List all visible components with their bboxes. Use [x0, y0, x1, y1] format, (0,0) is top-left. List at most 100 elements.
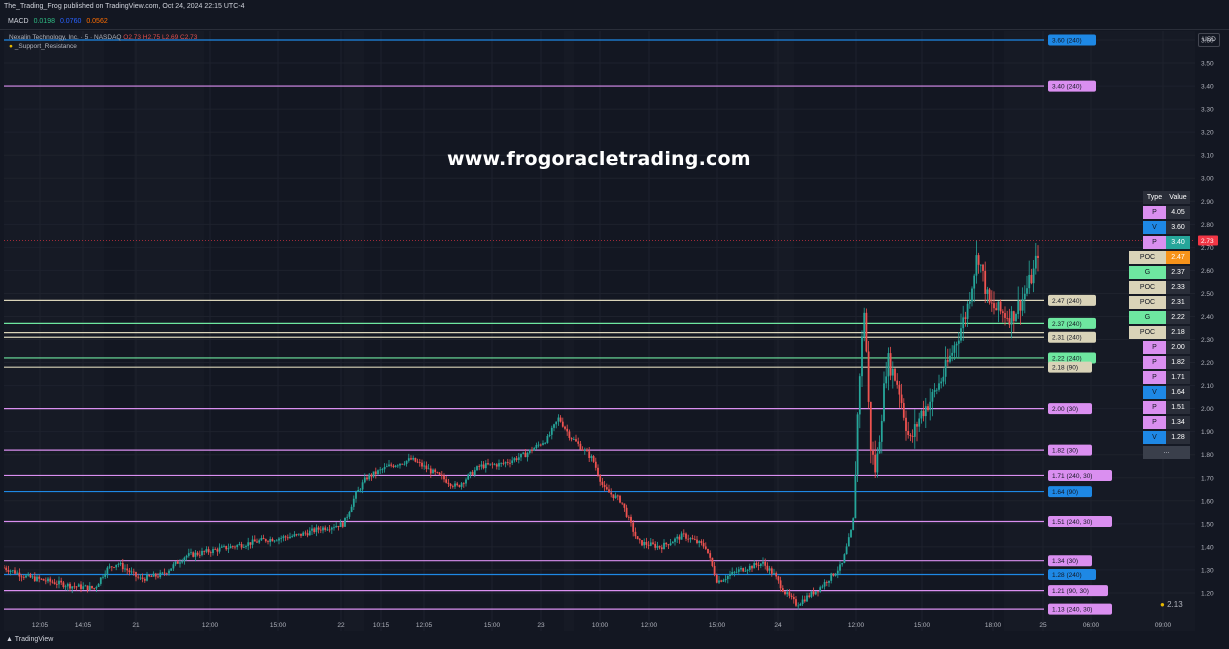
- candle-body: [97, 583, 100, 587]
- candle-body: [836, 570, 839, 574]
- candle-body: [27, 574, 30, 576]
- candle-body: [674, 538, 676, 542]
- candle-body: [93, 588, 96, 589]
- candle-body: [124, 568, 126, 570]
- table-row: P 3.40: [1129, 235, 1190, 250]
- candle-body: [755, 563, 758, 566]
- candle-body: [196, 552, 199, 555]
- candle-body: [524, 452, 527, 458]
- candle-body: [500, 462, 503, 464]
- candle-body: [711, 557, 714, 566]
- candle-body: [1037, 255, 1039, 259]
- level-label-text: 1.21 (90, 30): [1052, 588, 1089, 595]
- candle-body: [372, 471, 375, 477]
- candle-body: [570, 437, 573, 440]
- symbol-name[interactable]: Nexalin Technology, Inc. · 5 · NASDAQ: [9, 34, 121, 41]
- candle-body: [381, 469, 384, 471]
- candle-body: [489, 463, 492, 465]
- price-tick-label: 1.90: [1201, 429, 1214, 436]
- table-cell-value: 2.37: [1166, 266, 1190, 279]
- candle-body: [773, 573, 775, 574]
- level-label-text: 2.18 (90): [1052, 365, 1078, 372]
- candle-body: [157, 576, 159, 578]
- candle-body: [737, 569, 740, 572]
- candle-body: [680, 533, 683, 540]
- candle-body: [460, 483, 463, 487]
- candle-body: [440, 474, 443, 476]
- candle-body: [495, 464, 498, 467]
- session-band: [774, 31, 794, 631]
- price-tick-label: 3.50: [1201, 61, 1214, 68]
- candle-body: [975, 255, 978, 276]
- candle-body: [388, 464, 390, 467]
- candle-body: [913, 424, 916, 437]
- level-label-text: 1.64 (90): [1052, 489, 1078, 496]
- session-band: [134, 31, 204, 631]
- candle-body: [830, 573, 833, 581]
- candle-body: [7, 569, 10, 572]
- candle-body: [539, 444, 542, 446]
- frog-icon: ●: [1160, 600, 1165, 609]
- candle-body: [467, 474, 470, 480]
- price-tick-label: 1.60: [1201, 498, 1214, 505]
- candle-body: [454, 483, 456, 487]
- table-more[interactable]: ...: [1143, 446, 1190, 459]
- level-label-text: 1.13 (240, 30): [1052, 607, 1092, 614]
- candle-body: [315, 527, 318, 533]
- candle-body: [797, 605, 800, 607]
- frog-badge: ● 2.13: [1160, 600, 1183, 609]
- candle-body: [553, 424, 555, 428]
- table-row: G 2.22: [1129, 310, 1190, 325]
- candle-body: [781, 588, 784, 592]
- candle-body: [11, 570, 14, 572]
- candle-body: [55, 584, 58, 585]
- table-cell-type: P: [1143, 371, 1166, 384]
- candle-body: [984, 270, 987, 294]
- candle-body: [5, 567, 8, 570]
- candle-body: [190, 552, 192, 554]
- candle-body: [139, 577, 142, 579]
- table-row: G 2.37: [1129, 265, 1190, 280]
- candle-body: [949, 355, 951, 362]
- candle-body: [759, 563, 762, 567]
- candle-body: [291, 536, 294, 538]
- candle-body: [405, 460, 408, 464]
- candle-body: [544, 442, 547, 444]
- candle-body: [286, 537, 289, 539]
- candle-body: [667, 544, 670, 546]
- level-label: 1.21 (90, 30): [1048, 585, 1108, 597]
- table-cell-value: 2.33: [1166, 281, 1190, 294]
- candle-body: [1006, 317, 1009, 319]
- candle-body: [231, 546, 234, 547]
- tradingview-logo[interactable]: ▲ TradingView: [6, 636, 53, 643]
- candle-body: [564, 426, 566, 429]
- table-cell-type: V: [1143, 386, 1166, 399]
- candle-body: [528, 449, 531, 453]
- currency-button[interactable]: USD: [1198, 33, 1220, 47]
- level-label: 3.40 (240): [1048, 80, 1096, 92]
- table-cell-value: 1.82: [1166, 356, 1190, 369]
- candle-body: [60, 580, 63, 583]
- candle-body: [434, 469, 437, 473]
- candle-body: [91, 585, 93, 589]
- price-tick-label: 2.30: [1201, 337, 1214, 344]
- price-tick-label: 2.60: [1201, 268, 1214, 275]
- candle-body: [955, 343, 958, 346]
- indicator-name[interactable]: _Support_Resistance: [15, 43, 77, 50]
- candle-body: [302, 532, 305, 536]
- candle-body: [249, 542, 252, 545]
- candle-body: [227, 548, 230, 550]
- candle-body: [715, 575, 718, 583]
- candle-body: [135, 571, 137, 577]
- candle-body: [944, 360, 947, 377]
- candle-body: [942, 376, 945, 382]
- candle-body: [1032, 268, 1035, 284]
- candle-body: [872, 450, 874, 455]
- candle-body: [799, 603, 802, 606]
- level-label: 1.28 (240): [1048, 569, 1096, 581]
- candle-body: [436, 472, 439, 473]
- candle-body: [218, 547, 221, 552]
- candle-body: [108, 566, 111, 568]
- candle-body: [181, 561, 184, 563]
- price-chart[interactable]: 3.60 (240) 3.40 (240) 2.47 (240) 2.37 (240)…: [4, 31, 1195, 631]
